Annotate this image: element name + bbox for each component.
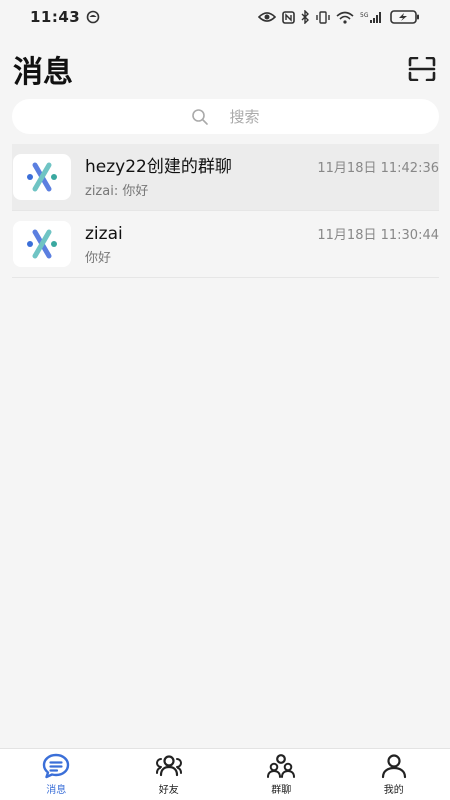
tab-label: 我的 (383, 785, 404, 796)
scan-icon (408, 57, 436, 81)
wifi-icon (336, 11, 354, 24)
notification-icon (86, 10, 100, 24)
chat-item[interactable]: hezy22创建的群聊 zizai: 你好 11月18日 11:42:36 (12, 144, 439, 211)
chat-item[interactable]: zizai 你好 11月18日 11:30:44 (12, 211, 439, 278)
chat-time: 11月18日 11:42:36 (317, 161, 439, 176)
chat-time: 11月18日 11:30:44 (317, 228, 439, 243)
chat-preview: 你好 (85, 250, 112, 266)
tab-messages[interactable]: 消息 (16, 753, 96, 796)
app-logo-icon (27, 229, 57, 259)
search-placeholder: 搜索 (229, 108, 260, 126)
signal-5g-icon: 5G (360, 11, 381, 23)
tab-label: 好友 (158, 785, 179, 796)
scan-button[interactable] (406, 53, 438, 85)
app-logo-icon (27, 162, 57, 192)
battery-icon (390, 10, 419, 24)
avatar (13, 221, 71, 267)
group-chat-icon (267, 754, 296, 778)
message-icon (43, 753, 70, 779)
status-bar: 11:43 5G (0, 0, 450, 34)
status-time: 11:43 (30, 8, 81, 26)
tab-label: 消息 (46, 785, 67, 796)
page-title: 消息 (13, 55, 73, 90)
chat-list: hezy22创建的群聊 zizai: 你好 11月18日 11:42:36 zi… (12, 144, 439, 278)
nfc-icon (282, 10, 295, 24)
tab-label: 群聊 (271, 785, 292, 796)
search-icon (192, 108, 209, 125)
chat-preview: zizai: 你好 (85, 183, 149, 199)
header: 消息 (0, 44, 450, 94)
search-bar[interactable]: 搜索 (12, 99, 439, 134)
svg-text:5G: 5G (360, 12, 369, 19)
avatar (13, 154, 71, 200)
tab-group-chat[interactable]: 群聊 (241, 753, 321, 796)
bluetooth-icon (301, 10, 309, 24)
friends-icon (155, 755, 182, 777)
tab-friends[interactable]: 好友 (129, 753, 209, 796)
tab-profile[interactable]: 我的 (354, 753, 434, 796)
vibrate-icon (316, 10, 330, 24)
eye-icon (258, 12, 276, 22)
tab-bar: 消息 好友 群聊 我的 (0, 748, 450, 800)
profile-icon (381, 754, 406, 779)
